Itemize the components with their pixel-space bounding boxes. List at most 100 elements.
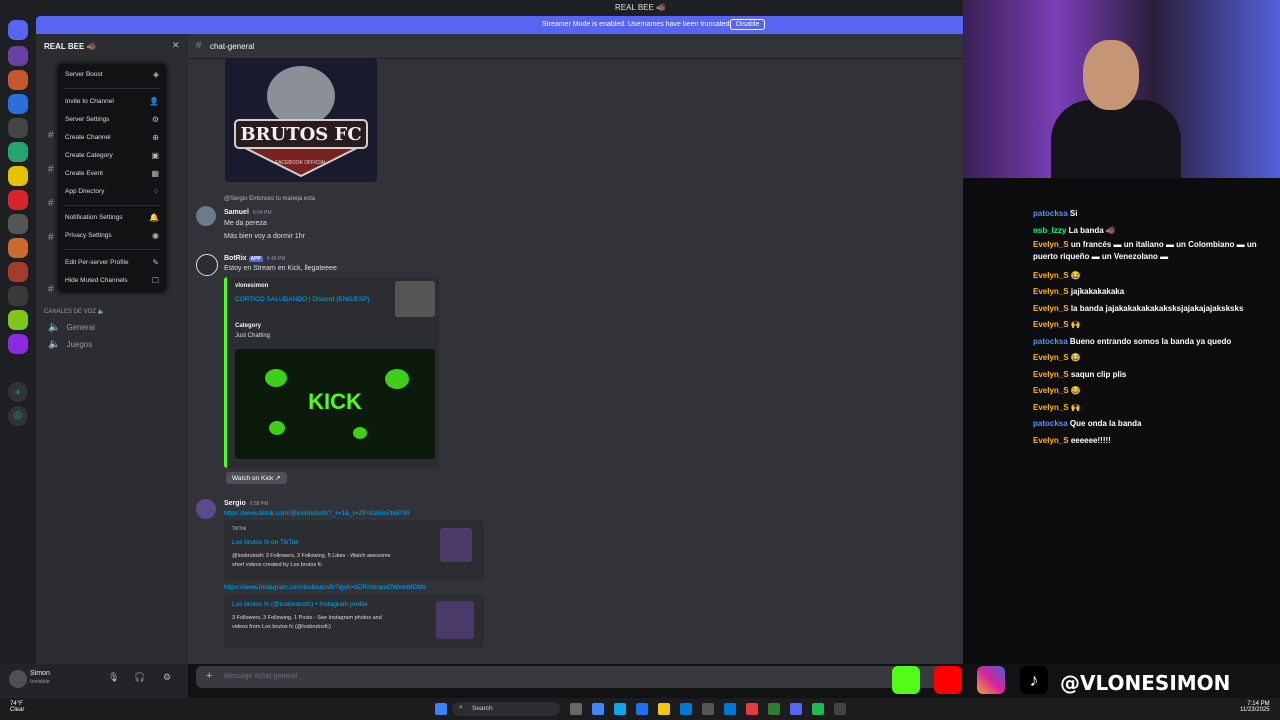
stream-chat-message: Evelyn_S 🙌 [1033, 402, 1278, 414]
message-author[interactable]: BotRix APP 6:49 PM [224, 255, 285, 262]
embed-field-value: Just Chatting [235, 333, 271, 339]
brutos-fc-image[interactable]: BRUTOS FC FACEBOOK OFFICIAL [225, 58, 377, 182]
brutos-logo-sub: FACEBOOK OFFICIAL [275, 160, 327, 166]
stream-chat-message: patocksa Si [1033, 208, 1278, 220]
menu-item-edit-profile[interactable]: Edit Per-server Profile ✎ [65, 258, 159, 267]
avatar[interactable] [196, 499, 216, 519]
store-icon[interactable] [724, 703, 736, 715]
calendar-icon: ▦ [151, 169, 159, 178]
menu-item-server-boost[interactable]: Server Boost ◈ [65, 70, 159, 79]
windows-start-icon[interactable] [435, 703, 447, 715]
discord-icon[interactable] [790, 703, 802, 715]
server-icon[interactable] [8, 118, 28, 138]
message-author[interactable]: Samuel 6:04 PM [224, 209, 272, 216]
message-composer[interactable]: + Message #chat-general [196, 666, 956, 688]
weather-widget[interactable]: 74°F Clear [10, 701, 24, 713]
shield-icon: ◉ [152, 231, 159, 240]
kick-preview-image[interactable]: KICK [235, 349, 435, 459]
chrome-icon[interactable] [592, 703, 604, 715]
menu-item-notification-settings[interactable]: Notification Settings 🔔 [65, 213, 159, 222]
menu-item-server-settings[interactable]: Server Settings ⚙ [65, 115, 159, 124]
voice-category[interactable]: CANALES DE VOZ 🔈 [44, 308, 105, 315]
spotify-icon[interactable] [812, 703, 824, 715]
embed-thumbnail[interactable] [395, 281, 435, 317]
app-icon[interactable] [702, 703, 714, 715]
menu-item-create-category[interactable]: Create Category ▣ [65, 151, 159, 160]
windows-taskbar: 74°F Clear ⌕ Search 7:14 PM 11/23/2025 [0, 698, 1280, 720]
menu-item-create-event[interactable]: Create Event ▦ [65, 169, 159, 178]
embed-description: @losbrutosfc 3 Followers, 3 Following, 5… [232, 553, 391, 559]
stream-chat-message: nsb_Izzy La banda 🐗 [1033, 225, 1278, 237]
app-icon[interactable] [746, 703, 758, 715]
brutos-logo-text: BRUTOS FC [240, 124, 362, 145]
server-icon[interactable] [8, 190, 28, 210]
discord-home-icon[interactable] [8, 20, 28, 40]
microphone-icon[interactable]: 🎙 [108, 672, 119, 683]
server-icon[interactable] [8, 334, 28, 354]
plus-circle-icon: ⊕ [152, 133, 159, 142]
instagram-icon [977, 666, 1005, 694]
embed-title[interactable]: CORTICO SALUDANDO | Discord (ENG/ESP) [235, 296, 375, 303]
stream-chat-username: Evelyn_S [1033, 386, 1069, 395]
avatar[interactable] [196, 206, 216, 226]
add-attachment-icon[interactable]: + [206, 670, 212, 682]
app-icon[interactable] [768, 703, 780, 715]
checkbox-icon[interactable]: ☐ [152, 276, 159, 285]
server-icon[interactable] [8, 70, 28, 90]
embed-thumbnail[interactable] [440, 528, 472, 562]
system-clock[interactable]: 7:14 PM 11/23/2025 [1240, 701, 1270, 713]
app-icon[interactable] [636, 703, 648, 715]
speaker-icon: 🔈 [48, 339, 61, 350]
server-icon[interactable] [8, 46, 28, 66]
server-icon[interactable] [8, 286, 28, 306]
embed-title[interactable]: Los brutos fc on TikTok [232, 539, 298, 546]
embed-description: short videos created by Los brutos fc [232, 562, 322, 568]
server-icon[interactable] [8, 142, 28, 162]
gear-icon[interactable]: ⚙ [163, 672, 171, 683]
taskbar-search[interactable]: ⌕ Search [452, 702, 560, 716]
voice-channel-general[interactable]: 🔈 General [48, 322, 95, 333]
watch-on-kick-button[interactable]: Watch on Kick ↗ [226, 472, 287, 484]
embed-provider: TikTok [232, 526, 247, 532]
server-icon[interactable] [8, 238, 28, 258]
server-icon[interactable] [8, 94, 28, 114]
embed-title[interactable]: Los brutos fc (@losbrutosfc) • Instagram… [232, 601, 368, 608]
embed-description: 3 Followers, 3 Following, 1 Posts - See … [232, 615, 382, 621]
reply-reference[interactable]: @Sergio Entonces tu maneja esta [224, 196, 315, 202]
tiktok-link[interactable]: https://www.tiktok.com/@losbrutosfc?_r=1… [224, 510, 409, 517]
folder-icon: ▣ [151, 151, 159, 160]
menu-item-hide-muted[interactable]: Hide Muted Channels ☐ [65, 276, 159, 285]
menu-item-invite[interactable]: Invite to Channel 👤 [65, 97, 159, 106]
menu-item-create-channel[interactable]: Create Channel ⊕ [65, 133, 159, 142]
menu-item-privacy-settings[interactable]: Privacy Settings ◉ [65, 231, 159, 240]
avatar[interactable] [196, 254, 218, 276]
add-server-icon[interactable]: + [8, 382, 28, 402]
file-explorer-icon[interactable] [658, 703, 670, 715]
embed-author[interactable]: vlonesimon [235, 283, 268, 289]
avatar[interactable] [9, 670, 27, 688]
edge-icon[interactable] [614, 703, 626, 715]
stream-chat-message: Evelyn_S 🙌 [1033, 319, 1278, 331]
headphones-icon[interactable]: 🎧 [134, 672, 145, 683]
disable-streamer-mode-button[interactable]: Disable [730, 19, 766, 30]
server-icon[interactable] [8, 310, 28, 330]
embed-thumbnail[interactable] [436, 601, 474, 639]
voice-channel-juegos[interactable]: 🔈 Juegos [48, 339, 92, 350]
server-icon[interactable] [8, 166, 28, 186]
close-icon[interactable]: ✕ [172, 40, 180, 51]
instagram-link[interactable]: https://www.instagram.com/losbrutosfc?ig… [224, 584, 426, 591]
stream-chat-username: Evelyn_S [1033, 370, 1069, 379]
task-view-icon[interactable] [570, 703, 582, 715]
social-links-overlay: ♪ @VLONESIMON [890, 664, 1280, 698]
mail-icon[interactable] [680, 703, 692, 715]
message-text: Más bien voy a dormir 1hr [224, 233, 305, 240]
server-icon[interactable] [8, 214, 28, 234]
menu-item-app-directory[interactable]: App Directory ⁘ [65, 187, 159, 196]
webcam-overlay [963, 0, 1280, 178]
app-icon[interactable] [834, 703, 846, 715]
message-author[interactable]: Sergio 6:58 PM [224, 500, 268, 507]
explore-servers-icon[interactable]: ◎ [8, 406, 28, 426]
server-icon[interactable] [8, 262, 28, 282]
stream-chat-overlay: patocksa Si nsb_Izzy La banda 🐗 Evelyn_S u… [963, 178, 1280, 664]
server-name[interactable]: REAL BEE 🐗 [44, 42, 97, 51]
